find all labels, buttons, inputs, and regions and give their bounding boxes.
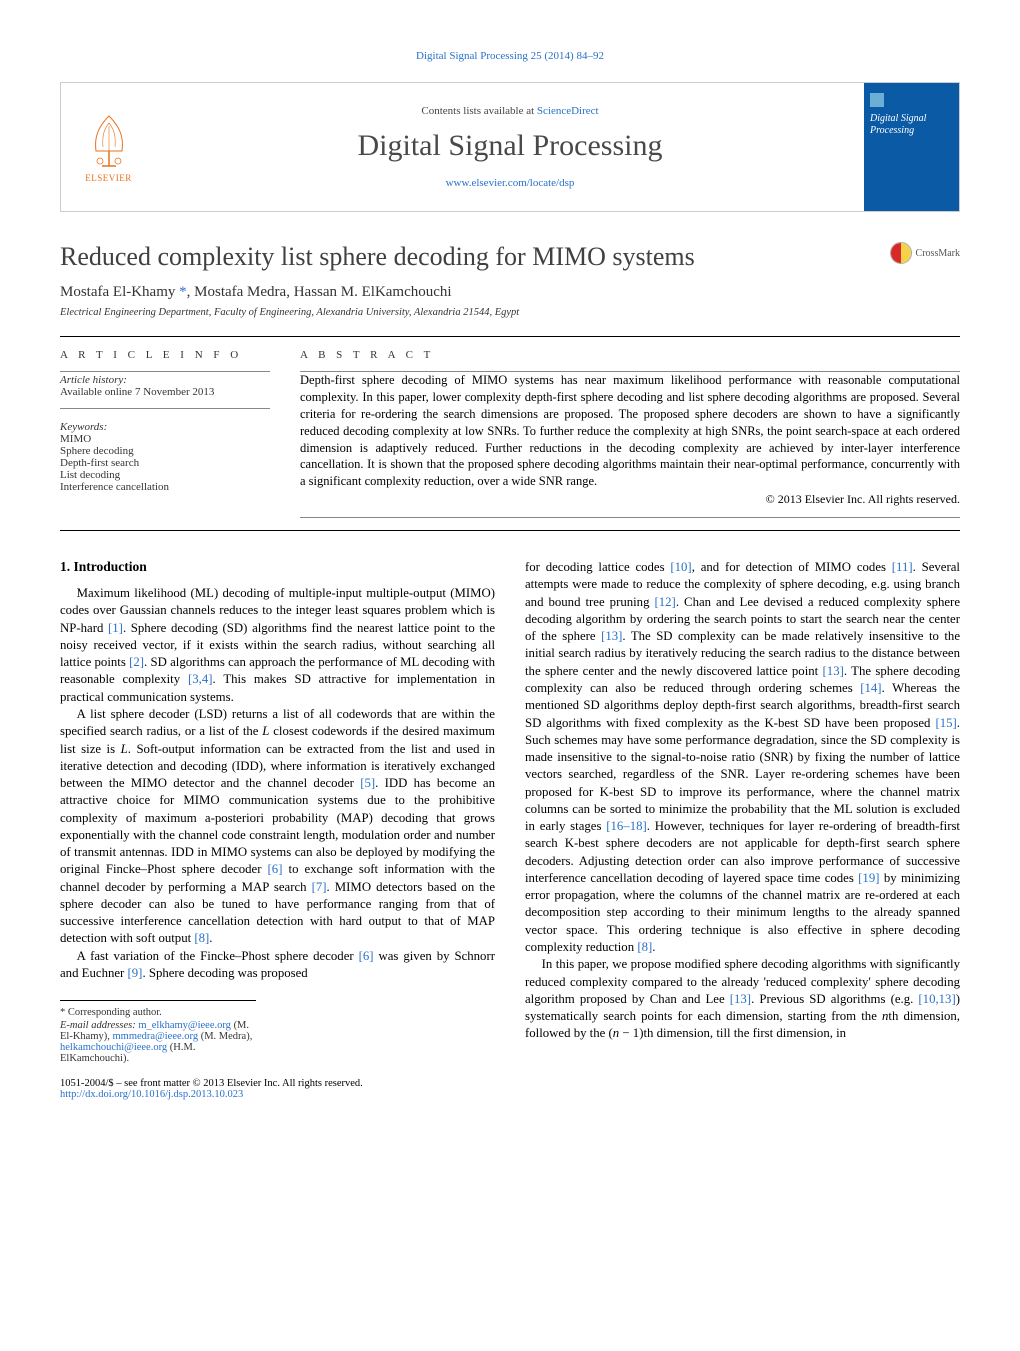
ref-link[interactable]: [7] (312, 880, 327, 894)
corresponding-marker: * (175, 284, 186, 300)
crossmark-icon (890, 242, 912, 264)
email-link[interactable]: helkamchouchi@ieee.org (60, 1042, 167, 1053)
ref-link[interactable]: [8] (637, 940, 652, 954)
email-line: E-mail addresses: m_elkhamy@ieee.org (M.… (60, 1020, 256, 1064)
abstract-heading: A B S T R A C T (300, 349, 960, 361)
keyword: Interference cancellation (60, 481, 270, 493)
paragraph: In this paper, we propose modified spher… (525, 956, 960, 1042)
corresponding-author-note: * Corresponding author. (60, 1007, 256, 1018)
divider (60, 408, 270, 409)
masthead-center: Contents lists available at ScienceDirec… (156, 83, 864, 211)
affiliation: Electrical Engineering Department, Facul… (60, 307, 960, 318)
journal-ref-link[interactable]: Digital Signal Processing 25 (2014) 84–9… (416, 50, 604, 62)
keyword: MIMO (60, 433, 270, 445)
cover-title: Digital Signal Processing (870, 113, 953, 137)
contents-available-line: Contents lists available at ScienceDirec… (156, 105, 864, 117)
ref-link[interactable]: [10] (670, 560, 691, 574)
email-link[interactable]: m_elkhamy@ieee.org (138, 1020, 231, 1031)
keyword: Sphere decoding (60, 445, 270, 457)
publisher-logo: ELSEVIER (61, 83, 156, 211)
ref-link[interactable]: [8] (194, 931, 209, 945)
journal-masthead: ELSEVIER Contents lists available at Sci… (60, 82, 960, 212)
right-column: for decoding lattice codes [10], and for… (525, 559, 960, 1100)
paragraph: A fast variation of the Fincke–Phost sph… (60, 948, 495, 983)
cover-ornament-icon (870, 93, 884, 107)
divider (60, 336, 960, 337)
email-link[interactable]: mmmedra@ieee.org (113, 1031, 199, 1042)
ref-link[interactable]: [12] (655, 595, 676, 609)
paragraph: for decoding lattice codes [10], and for… (525, 559, 960, 956)
keyword: List decoding (60, 469, 270, 481)
sciencedirect-link[interactable]: ScienceDirect (537, 105, 599, 117)
divider (60, 371, 270, 372)
author-2: Mostafa Medra (194, 284, 286, 300)
journal-cover-thumbnail: Digital Signal Processing (864, 83, 959, 211)
contents-prefix: Contents lists available at (421, 105, 536, 117)
keywords-list: MIMO Sphere decoding Depth-first search … (60, 433, 270, 493)
author-list: Mostafa El-Khamy *, Mostafa Medra, Hassa… (60, 284, 960, 301)
divider (300, 517, 960, 518)
body-columns: 1. Introduction Maximum likelihood (ML) … (60, 559, 960, 1100)
ref-link[interactable]: [15] (935, 716, 956, 730)
ref-link[interactable]: [14] (860, 681, 881, 695)
abstract-copyright: © 2013 Elsevier Inc. All rights reserved… (300, 492, 960, 507)
ref-link[interactable]: [13] (730, 992, 751, 1006)
issn-line: 1051-2004/$ – see front matter © 2013 El… (60, 1078, 495, 1089)
title-row: Reduced complexity list sphere decoding … (60, 242, 960, 272)
ref-link[interactable]: [6] (359, 949, 374, 963)
crossmark-label: CrossMark (916, 248, 960, 259)
email-owner: (M. Medra) (201, 1031, 250, 1042)
ref-link[interactable]: [3,4] (188, 672, 213, 686)
abstract-text: Depth-first sphere decoding of MIMO syst… (300, 372, 960, 490)
abstract-column: A B S T R A C T Depth-first sphere decod… (300, 349, 960, 518)
ref-link[interactable]: [13] (601, 629, 622, 643)
ref-link[interactable]: [19] (858, 871, 879, 885)
keywords-label: Keywords: (60, 421, 270, 433)
journal-reference: Digital Signal Processing 25 (2014) 84–9… (60, 50, 960, 62)
history-label: Article history: (60, 374, 270, 386)
email-label: E-mail addresses: (60, 1020, 136, 1031)
article-info-heading: A R T I C L E I N F O (60, 349, 270, 361)
keyword: Depth-first search (60, 457, 270, 469)
history-line: Available online 7 November 2013 (60, 386, 270, 398)
ref-link[interactable]: [9] (128, 966, 143, 980)
ref-link[interactable]: [6] (268, 862, 283, 876)
author-3: Hassan M. ElKamchouchi (294, 284, 452, 300)
section-heading: 1. Introduction (60, 559, 495, 575)
ref-link[interactable]: [2] (129, 655, 144, 669)
ref-link[interactable]: [16–18] (606, 819, 647, 833)
ref-link[interactable]: [13] (823, 664, 844, 678)
ref-link[interactable]: [5] (360, 776, 375, 790)
ref-link[interactable]: [1] (108, 621, 123, 635)
info-abstract-row: A R T I C L E I N F O Article history: A… (60, 349, 960, 518)
journal-locate-link[interactable]: www.elsevier.com/locate/dsp (446, 177, 575, 189)
ref-link[interactable]: [10,13] (918, 992, 955, 1006)
page: Digital Signal Processing 25 (2014) 84–9… (0, 0, 1020, 1130)
ref-link[interactable]: [11] (892, 560, 913, 574)
doi-link[interactable]: http://dx.doi.org/10.1016/j.dsp.2013.10.… (60, 1089, 243, 1100)
article-title: Reduced complexity list sphere decoding … (60, 242, 890, 272)
publisher-name: ELSEVIER (85, 173, 132, 183)
journal-title: Digital Signal Processing (156, 129, 864, 163)
elsevier-tree-icon (84, 111, 134, 171)
paragraph: Maximum likelihood (ML) decoding of mult… (60, 585, 495, 706)
copyright-footer: 1051-2004/$ – see front matter © 2013 El… (60, 1078, 495, 1100)
crossmark-badge[interactable]: CrossMark (890, 242, 960, 264)
paragraph: A list sphere decoder (LSD) returns a li… (60, 706, 495, 948)
article-info-column: A R T I C L E I N F O Article history: A… (60, 349, 270, 518)
left-column: 1. Introduction Maximum likelihood (ML) … (60, 559, 495, 1100)
footnotes: * Corresponding author. E-mail addresses… (60, 1000, 256, 1064)
divider (60, 530, 960, 531)
author-1: Mostafa El-Khamy (60, 284, 175, 300)
